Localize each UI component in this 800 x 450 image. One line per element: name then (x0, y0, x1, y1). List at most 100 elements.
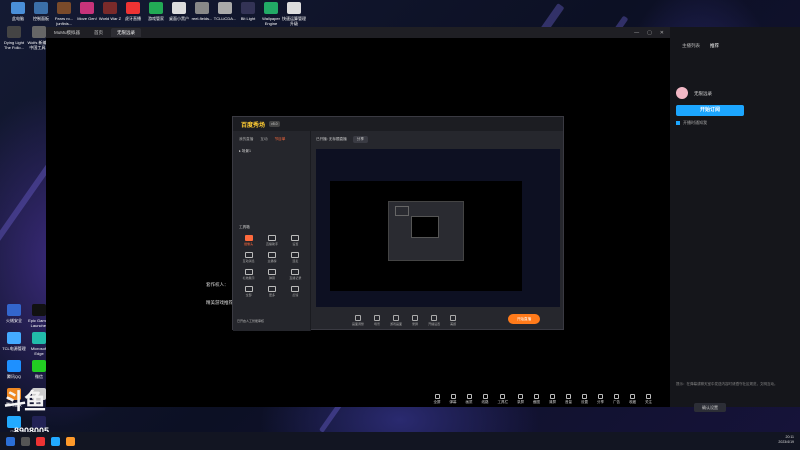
tool-icon (291, 286, 300, 292)
player-label: 关注 (645, 399, 652, 404)
desktop-icon-label: reel-fields... (191, 16, 213, 21)
toolbox-item[interactable]: 更多 (260, 286, 283, 297)
go-live-button[interactable]: 开始直播 (508, 314, 540, 324)
tab-mumu[interactable]: MuMu模拟器 (48, 28, 86, 37)
tool-label: 全部 (245, 293, 252, 297)
browser-icon[interactable] (51, 436, 60, 446)
start-icon[interactable] (6, 436, 15, 446)
player-label: 清屏 (549, 399, 556, 404)
maximize-button[interactable]: ▢ (647, 30, 652, 36)
player-button[interactable]: 全屏 (434, 393, 441, 405)
tool-label: 直播助手 (265, 242, 278, 246)
player-button[interactable]: 工具栏 (497, 393, 509, 405)
player-button[interactable]: 录屏 (517, 393, 524, 405)
app-control-button[interactable]: 开播设置 (428, 314, 440, 326)
close-button[interactable]: ✕ (660, 30, 664, 36)
desktop-icon[interactable]: 快速运算管理升级 (282, 2, 306, 26)
folder-icon[interactable] (66, 436, 75, 446)
stream-preview (316, 149, 560, 307)
notify-checkbox[interactable]: 开播时通知我 (676, 120, 707, 126)
minimize-button[interactable]: — (634, 30, 639, 36)
desktop-icon[interactable]: 桌面小黑户 (167, 2, 191, 21)
desktop-icon[interactable]: 控制面板 (29, 2, 53, 21)
confirm-settings-button[interactable]: 确认设置 (694, 403, 726, 412)
toolbox-item[interactable]: 互动消息 (237, 252, 260, 263)
desktop-icon[interactable]: Move Gen! (75, 2, 99, 21)
desktop-icon[interactable]: TCL电源管理 (2, 332, 26, 351)
app-left-panel: 我的直播 互动 节目单 ▸ 场景1 工具箱 摄像头 直播助手 设置 互动消息 主播榜 连麦… (233, 131, 311, 331)
app-control-button[interactable]: 画面调整 (352, 314, 364, 326)
toolbox-item[interactable]: 主播榜 (260, 252, 283, 263)
player-button[interactable]: 音量 (565, 393, 572, 405)
app-icon[interactable] (36, 436, 45, 446)
desktop-icon[interactable]: Dying Light The Follo... (2, 26, 26, 50)
desktop-icon[interactable]: 游戏管家 (144, 2, 168, 21)
desktop-icon[interactable]: reel-fields... (190, 2, 214, 21)
desktop-icon[interactable]: TCLLiCDA... (213, 2, 237, 21)
control-icon (393, 314, 400, 321)
app-control-button[interactable]: 游戏画面 (390, 314, 403, 326)
toolbox-item[interactable]: 反馈 (284, 286, 307, 297)
streamer-avatar[interactable] (676, 87, 688, 99)
toolbox-item[interactable]: 弹幕 (260, 269, 283, 280)
player-label: 工具栏 (497, 399, 509, 404)
desktop-icon-image (80, 2, 94, 14)
watermark-logo: 斗鱼 (4, 390, 46, 415)
nested-screen (411, 216, 439, 238)
player-button[interactable]: 关注 (645, 393, 652, 405)
app-control-button[interactable]: 录屏 (412, 314, 419, 326)
desktop-icon[interactable]: 火绒安全 (2, 304, 26, 323)
desktop-icon-label: TCLLiCDA... (213, 16, 237, 21)
left-tab-live[interactable]: 我的直播 (239, 137, 253, 142)
player-button[interactable]: 分享 (597, 393, 604, 405)
toolbox-item[interactable]: 礼物展示 (237, 269, 260, 280)
desktop-icon-image (195, 2, 209, 14)
control-icon (412, 314, 419, 321)
player-button[interactable]: 清屏 (549, 393, 556, 405)
tab-recommend[interactable]: 推荐 (710, 43, 719, 49)
tab-label: 无限远录 (117, 29, 136, 35)
scene-item[interactable]: ▸ 场景1 (233, 142, 310, 154)
search-icon[interactable] (21, 436, 30, 446)
control-label: 游戏画面 (390, 321, 403, 326)
desktop-icon[interactable]: Wallpaper Engine (259, 2, 283, 26)
player-button[interactable]: 弹幕 (450, 393, 457, 405)
desktop-icon[interactable]: World War Z (98, 2, 122, 21)
desktop-icon-image (32, 26, 46, 38)
player-icon (630, 393, 635, 399)
desktop-icon[interactable]: 此电脑 (6, 2, 30, 21)
left-tab-program[interactable]: 节目单 (275, 137, 286, 142)
app-control-button[interactable]: 美颜 (450, 314, 457, 326)
checkbox-box[interactable] (676, 121, 680, 125)
desktop-icon[interactable]: Fears ro... (unfinis... (52, 2, 76, 26)
toolbox-item[interactable]: 直播助手 (260, 235, 283, 246)
player-button[interactable]: 截图 (533, 393, 540, 405)
desktop-icon[interactable]: 虎牙直播 (121, 2, 145, 21)
desktop-icon-image (241, 2, 255, 14)
toolbox-item[interactable]: 直播记录 (284, 269, 307, 280)
player-button[interactable]: 设置 (581, 393, 588, 405)
tab-streamer-list[interactable]: 主播列表 (682, 43, 700, 49)
control-icon (431, 314, 438, 321)
player-button[interactable]: 线路 (482, 393, 489, 405)
tool-label: 反馈 (292, 293, 299, 297)
desktop-icon[interactable]: 腾讯QQ (2, 360, 26, 379)
app-control-button[interactable]: 场景 (374, 314, 380, 326)
left-tab-interact[interactable]: 互动 (260, 137, 267, 142)
toolbox-item[interactable]: 摄像头 (237, 235, 260, 246)
toolbox-item[interactable]: 设置 (284, 235, 307, 246)
tab-stream[interactable]: 无限远录 (111, 28, 142, 37)
streamer-name[interactable]: 无限远录 (694, 91, 712, 97)
player-button[interactable]: 画质 (466, 393, 473, 405)
share-button[interactable]: 分享 (352, 136, 368, 143)
tab-home[interactable]: 首页 (88, 28, 109, 37)
desktop-icon[interactable]: Blt Light (236, 2, 260, 21)
player-icon (450, 393, 456, 399)
player-button[interactable]: 广告 (613, 393, 620, 405)
toolbox-item[interactable]: 连麦 (284, 252, 307, 263)
version-badge: v5.0 (269, 121, 280, 127)
player-button[interactable]: 收藏 (629, 393, 636, 405)
control-icon (450, 314, 457, 321)
toolbox-item[interactable]: 全部 (237, 286, 260, 297)
subscribe-button[interactable]: 开始订阅 (676, 105, 744, 116)
